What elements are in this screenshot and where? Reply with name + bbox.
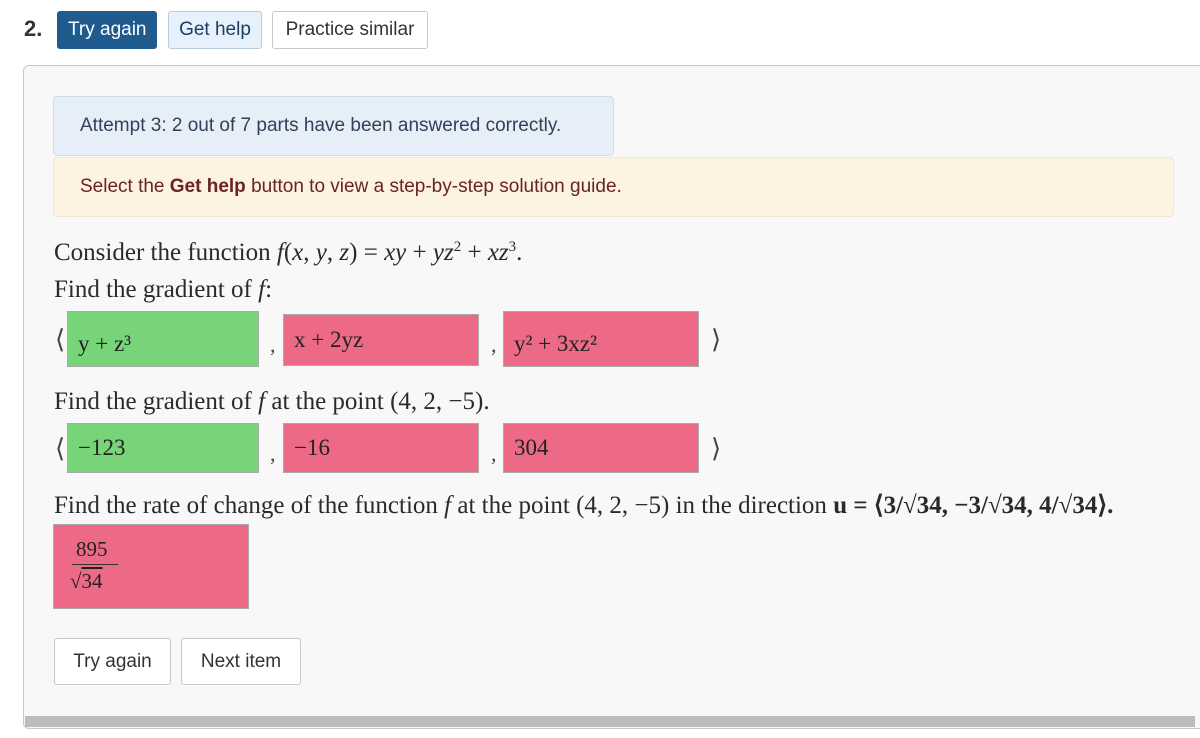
try-again-bottom-button[interactable]: Try again [54,638,171,685]
next-item-button[interactable]: Next item [181,638,301,685]
part1-prompt: Find the gradient of f: [54,276,273,303]
help-alert: Select the Get help button to view a ste… [53,157,1174,217]
part2-prompt: Find the gradient of f at the point (4, … [54,388,490,415]
horizontal-scrollbar[interactable] [25,716,1195,727]
question-number: 2. [24,16,43,41]
scrollbar-thumb[interactable] [25,716,1195,727]
left-angle: ⟨ [55,434,66,463]
fraction-bar [72,564,118,565]
gradient-point-x-input[interactable]: −123 [67,423,259,473]
gradient-point-y-input[interactable]: −16 [283,423,479,473]
left-angle: ⟨ [55,325,66,354]
gradient-y-input[interactable]: x + 2yz [283,314,479,366]
practice-similar-button[interactable]: Practice similar [272,11,428,49]
attempt-alert: Attempt 3: 2 out of 7 parts have been an… [53,96,614,156]
rate-of-change-input[interactable]: 895 √34 [53,524,249,609]
fraction-denominator: √34 [70,569,103,593]
get-help-button[interactable]: Get help [168,11,262,49]
right-angle: ⟩ [711,434,722,463]
get-help-emphasis: Get help [169,176,246,197]
function-statement: Consider the function f(x, y, z) = xy + … [54,239,523,266]
right-angle: ⟩ [711,325,722,354]
fraction-numerator: 895 [76,537,108,561]
gradient-x-input[interactable]: y + z³ [67,311,259,367]
gradient-z-input[interactable]: y² + 3xz² [503,311,699,367]
gradient-point-z-input[interactable]: 304 [503,423,699,473]
try-again-button[interactable]: Try again [57,11,157,49]
part3-prompt: Find the rate of change of the function … [54,492,1114,519]
